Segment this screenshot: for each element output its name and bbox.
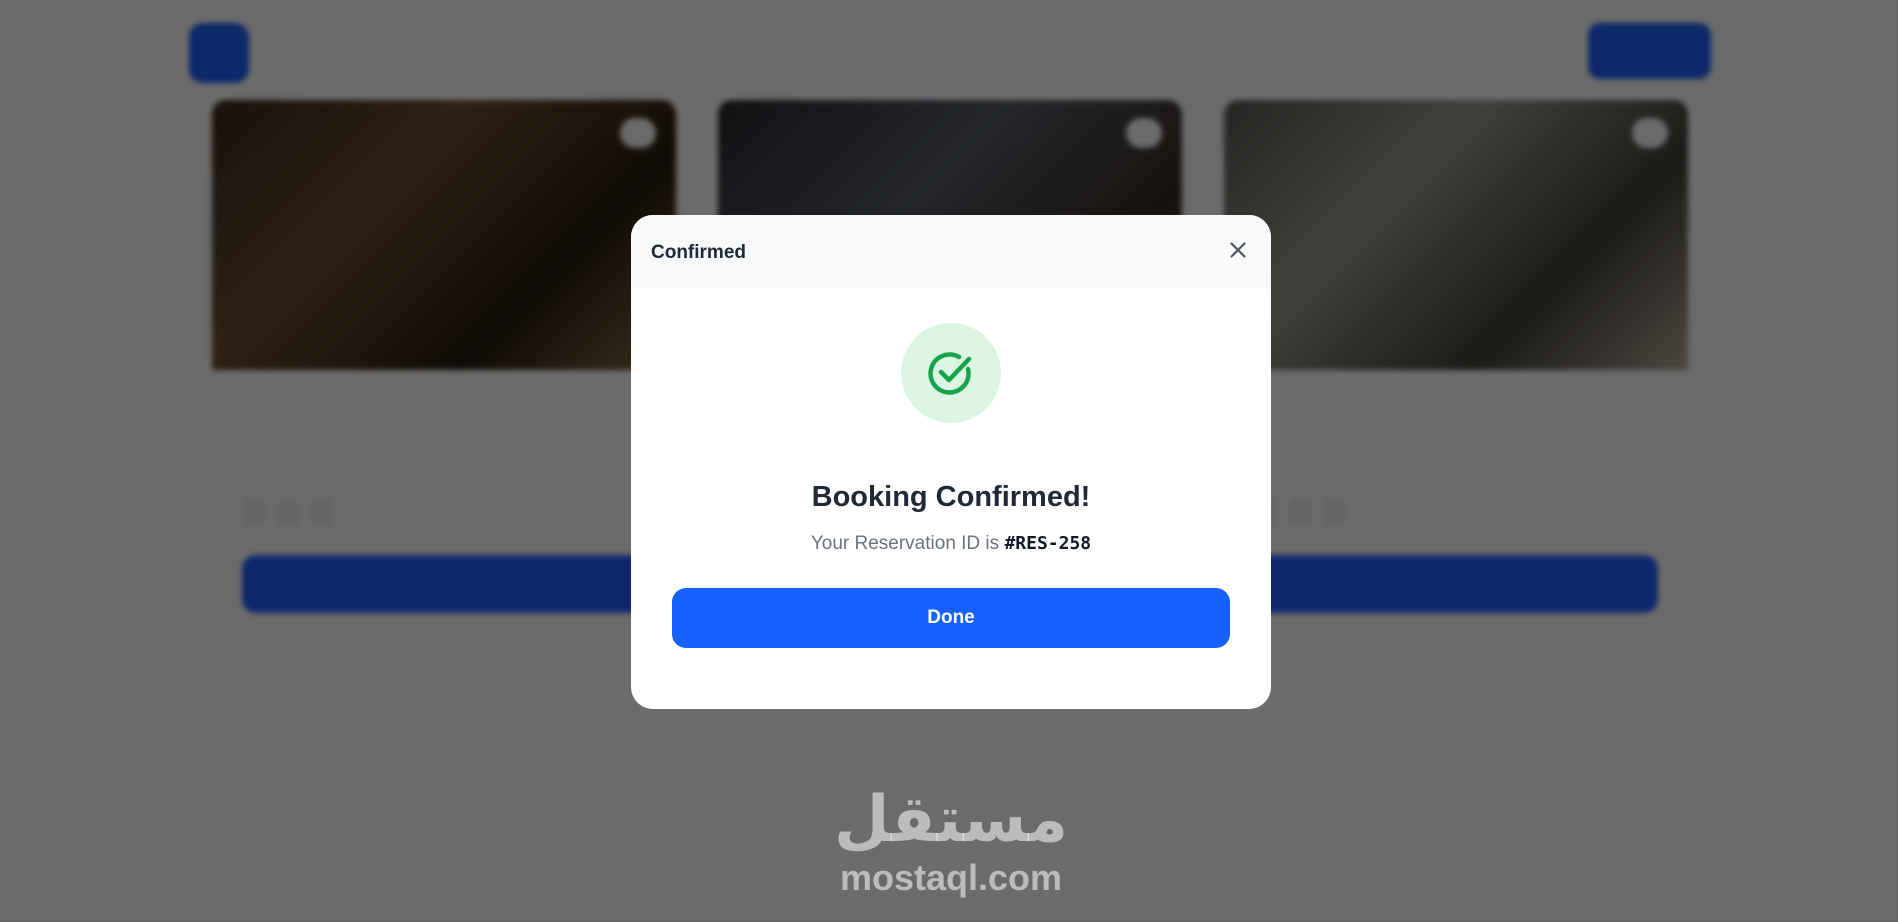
watermark: مستقل mostaql.com: [776, 788, 1126, 898]
watermark-latin: mostaql.com: [839, 857, 1063, 898]
modal-title: Confirmed: [651, 242, 746, 263]
confirmation-heading: Booking Confirmed!: [811, 481, 1091, 513]
success-badge: [901, 323, 1001, 423]
modal-header: Confirmed: [631, 215, 1271, 288]
reservation-line: Your Reservation ID is #RES-258: [631, 533, 1271, 555]
check-circle-icon: [928, 352, 972, 395]
done-button[interactable]: Done: [672, 588, 1230, 648]
confirmation-modal: Confirmed Booking Confirmed! Your Reserv…: [631, 215, 1271, 709]
watermark-arabic: مستقل: [833, 783, 1069, 857]
reservation-prefix: Your Reservation ID is: [810, 533, 1000, 554]
reservation-id: #RES-258: [1004, 533, 1092, 554]
close-icon[interactable]: [1225, 237, 1251, 263]
